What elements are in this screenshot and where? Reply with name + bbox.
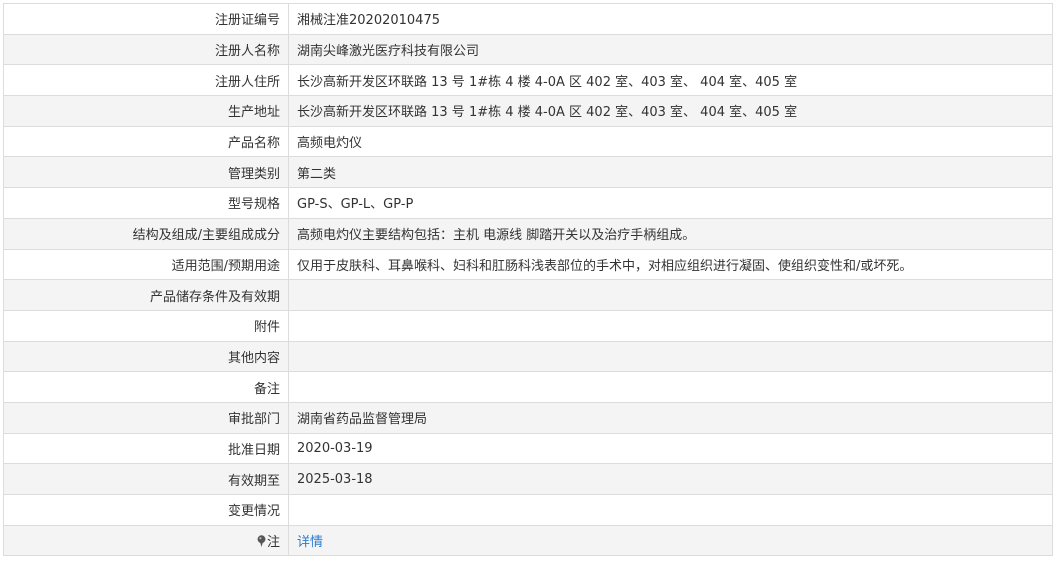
row-value — [288, 371, 1053, 403]
table-row: 注册证编号 湘械注准20202010475 — [3, 3, 1053, 35]
row-label: 其他内容 — [3, 340, 289, 373]
row-label: 适用范围/预期用途 — [3, 248, 289, 281]
table-row: 产品名称 高频电灼仪 — [3, 125, 1053, 158]
table-row: 有效期至 2025-03-18 — [3, 463, 1053, 495]
table-row: 其他内容 — [3, 340, 1053, 373]
row-value: 湘械注准20202010475 — [288, 3, 1053, 35]
row-value: 第二类 — [288, 156, 1053, 189]
row-value: 湖南尖峰激光医疗科技有限公司 — [288, 33, 1053, 66]
note-label-cell: 注 — [3, 524, 289, 557]
row-label: 产品名称 — [3, 125, 289, 158]
row-label: 结构及组成/主要组成成分 — [3, 217, 289, 250]
row-label: 型号规格 — [3, 187, 289, 219]
row-value: 2025-03-18 — [288, 463, 1053, 495]
row-label: 注册证编号 — [3, 3, 289, 35]
row-value — [288, 279, 1053, 311]
row-value — [288, 309, 1053, 342]
row-label: 变更情况 — [3, 494, 289, 526]
row-label: 生产地址 — [3, 95, 289, 127]
row-label: 批准日期 — [3, 432, 289, 465]
row-value — [288, 494, 1053, 526]
table-row: 生产地址 长沙高新开发区环联路 13 号 1#栋 4 楼 4-0A 区 402 … — [3, 95, 1053, 127]
row-value: 长沙高新开发区环联路 13 号 1#栋 4 楼 4-0A 区 402 室、403… — [288, 64, 1053, 97]
row-label: 备注 — [3, 371, 289, 403]
row-value: 高频电灼仪主要结构包括：主机 电源线 脚踏开关以及治疗手柄组成。 — [288, 217, 1053, 250]
row-label: 审批部门 — [3, 401, 289, 434]
table-row: 管理类别 第二类 — [3, 156, 1053, 189]
table-row: 备注 — [3, 371, 1053, 403]
row-value: 长沙高新开发区环联路 13 号 1#栋 4 楼 4-0A 区 402 室、403… — [288, 95, 1053, 127]
row-value: 高频电灼仪 — [288, 125, 1053, 158]
note-value-cell: 详情 — [288, 524, 1053, 557]
note-row: 注 详情 — [3, 524, 1053, 557]
row-value: 2020-03-19 — [288, 432, 1053, 465]
table-row: 型号规格 GP-S、GP-L、GP-P — [3, 187, 1053, 219]
row-value: 仅用于皮肤科、耳鼻喉科、妇科和肛肠科浅表部位的手术中，对相应组织进行凝固、使组织… — [288, 248, 1053, 281]
table-row: 结构及组成/主要组成成分 高频电灼仪主要结构包括：主机 电源线 脚踏开关以及治疗… — [3, 217, 1053, 250]
row-value: 湖南省药品监督管理局 — [288, 401, 1053, 434]
row-value — [288, 340, 1053, 373]
row-value: GP-S、GP-L、GP-P — [288, 187, 1053, 219]
note-label: 注 — [266, 535, 280, 551]
pin-icon — [257, 535, 266, 548]
registration-detail-table: 注册证编号 湘械注准20202010475 注册人名称 湖南尖峰激光医疗科技有限… — [3, 3, 1053, 557]
table-row: 产品储存条件及有效期 — [3, 279, 1053, 311]
table-row: 变更情况 — [3, 494, 1053, 526]
details-link[interactable]: 详情 — [297, 535, 323, 550]
table-row: 附件 — [3, 309, 1053, 342]
table-row: 批准日期 2020-03-19 — [3, 432, 1053, 465]
table-row: 审批部门 湖南省药品监督管理局 — [3, 401, 1053, 434]
row-label: 有效期至 — [3, 463, 289, 495]
row-label: 产品储存条件及有效期 — [3, 279, 289, 311]
row-label: 注册人名称 — [3, 33, 289, 66]
table-row: 注册人住所 长沙高新开发区环联路 13 号 1#栋 4 楼 4-0A 区 402… — [3, 64, 1053, 97]
table-row: 注册人名称 湖南尖峰激光医疗科技有限公司 — [3, 33, 1053, 66]
row-label: 附件 — [3, 309, 289, 342]
row-label: 管理类别 — [3, 156, 289, 189]
table-row: 适用范围/预期用途 仅用于皮肤科、耳鼻喉科、妇科和肛肠科浅表部位的手术中，对相应… — [3, 248, 1053, 281]
row-label: 注册人住所 — [3, 64, 289, 97]
